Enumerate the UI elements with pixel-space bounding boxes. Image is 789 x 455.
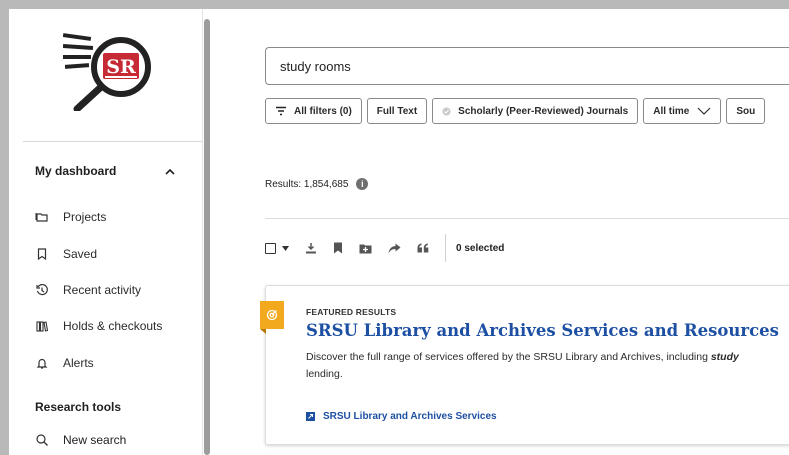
- magnifier-logo-icon: SR: [62, 33, 151, 113]
- source-type-dropdown[interactable]: Sou: [726, 98, 766, 124]
- scholarly-label: Scholarly (Peer-Reviewed) Journals: [458, 105, 629, 117]
- sidebar-scrollbar[interactable]: [204, 19, 210, 455]
- search-input[interactable]: study rooms: [265, 47, 789, 85]
- scholarly-filter[interactable]: Scholarly (Peer-Reviewed) Journals: [432, 98, 639, 124]
- toolbar-separator: [445, 234, 446, 262]
- selected-count: 0 selected: [456, 242, 505, 254]
- download-icon: [306, 243, 316, 254]
- folder-icon: [35, 213, 48, 222]
- description-highlight: study: [710, 351, 739, 363]
- dashboard-label: My dashboard: [35, 164, 117, 178]
- full-text-filter[interactable]: Full Text: [366, 98, 428, 124]
- description-text: Discover the full range of services offe…: [306, 351, 711, 363]
- full-text-label: Full Text: [376, 105, 418, 117]
- download-button[interactable]: [305, 242, 317, 254]
- sidebar-item-projects[interactable]: Projects: [35, 199, 162, 235]
- sidebar-item-label: Holds & checkouts: [63, 319, 163, 334]
- cite-button[interactable]: [417, 243, 429, 253]
- filter-bar: All filters (0) Full Text Scholarly (Pee…: [265, 98, 766, 124]
- sidebar-item-label: Saved: [63, 246, 98, 261]
- save-button[interactable]: [333, 242, 343, 254]
- folder-plus-icon: [359, 244, 372, 253]
- info-icon[interactable]: i: [356, 178, 369, 190]
- results-count-text: Results: 1,854,685: [265, 178, 349, 190]
- target-icon: [266, 309, 278, 321]
- all-filters-button[interactable]: All filters (0): [265, 98, 362, 124]
- select-all-checkbox[interactable]: [265, 242, 276, 254]
- quote-icon: [417, 243, 429, 253]
- sidebar-item-label: Recent activity: [63, 282, 142, 297]
- sidebar-nav: Projects Saved Recent activity Holds & c…: [35, 199, 162, 381]
- external-link-icon: [306, 412, 315, 421]
- featured-result-card: FEATURED RESULTS SRSU Library and Archiv…: [260, 285, 789, 445]
- svg-text:SR: SR: [106, 56, 136, 78]
- books-icon: [36, 321, 49, 333]
- main-content: study rooms All filters (0) Full Text Sc…: [215, 9, 789, 455]
- sidebar: SR My dashboard Projects Saved Recent ac…: [9, 9, 203, 455]
- checkbox[interactable]: [265, 242, 276, 254]
- share-button[interactable]: [388, 243, 401, 254]
- featured-title-link[interactable]: SRSU Library and Archives Services and R…: [306, 321, 779, 340]
- sidebar-item-new-search[interactable]: New search: [35, 433, 126, 447]
- research-tools-heading: Research tools: [35, 400, 122, 414]
- select-menu-button[interactable]: [282, 245, 289, 251]
- featured-badge: [260, 301, 284, 334]
- featured-label: FEATURED RESULTS: [306, 307, 397, 317]
- source-type-label: Sou: [736, 105, 756, 117]
- sidebar-item-saved[interactable]: Saved: [35, 235, 162, 271]
- sidebar-item-label: Projects: [63, 210, 107, 225]
- featured-description: Discover the full range of services offe…: [306, 349, 789, 383]
- sidebar-item-label: Alerts: [63, 355, 94, 370]
- app-window: SR My dashboard Projects Saved Recent ac…: [9, 9, 789, 455]
- sidebar-item-recent-activity[interactable]: Recent activity: [35, 272, 162, 308]
- toolbar-divider: [265, 218, 789, 219]
- bookmark-icon: [37, 247, 47, 260]
- sidebar-divider: [23, 141, 202, 142]
- filter-icon: [276, 106, 286, 116]
- history-icon: [36, 283, 48, 296]
- date-range-dropdown[interactable]: All time: [643, 98, 722, 124]
- featured-link-label: SRSU Library and Archives Services: [323, 411, 497, 422]
- dashboard-toggle[interactable]: My dashboard: [35, 164, 175, 178]
- share-icon: [388, 243, 401, 253]
- chevron-up-icon: [165, 168, 175, 175]
- date-range-label: All time: [653, 105, 690, 117]
- all-filters-label: All filters (0): [294, 105, 352, 117]
- sidebar-item-label: New search: [63, 433, 127, 447]
- search-icon: [36, 434, 48, 446]
- sidebar-item-holds-checkouts[interactable]: Holds & checkouts: [35, 308, 162, 344]
- description-text-continued: lending.: [306, 368, 343, 380]
- sidebar-item-alerts[interactable]: Alerts: [35, 345, 162, 381]
- results-toolbar: 0 selected: [265, 233, 504, 263]
- check-circle-icon: [442, 107, 451, 115]
- bookmark-icon: [334, 242, 342, 254]
- bell-icon: [36, 358, 48, 369]
- logo[interactable]: SR: [62, 29, 167, 113]
- featured-service-link[interactable]: SRSU Library and Archives Services: [306, 411, 497, 422]
- caret-down-icon: [282, 245, 289, 251]
- chevron-down-icon: [697, 107, 711, 115]
- results-count: Results: 1,854,685 i: [265, 178, 369, 190]
- add-to-project-button[interactable]: [359, 243, 372, 254]
